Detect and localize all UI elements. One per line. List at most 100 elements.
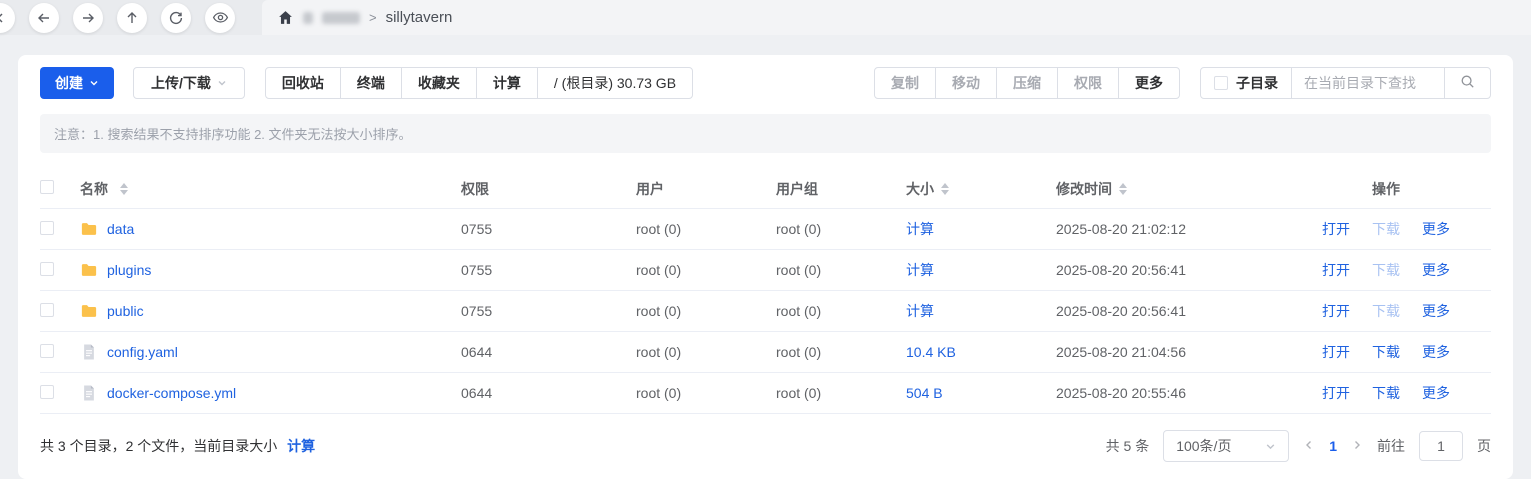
home-icon[interactable] — [277, 9, 294, 26]
calculate-button[interactable]: 计算 — [475, 68, 537, 98]
mtime-value: 2025-08-20 20:56:41 — [1056, 303, 1186, 319]
upload-download-button[interactable]: 上传/下载 — [133, 67, 245, 99]
arrow-left-icon — [36, 10, 52, 26]
favorites-button[interactable]: 收藏夹 — [400, 68, 476, 98]
file-size-link[interactable]: 504 B — [906, 385, 943, 401]
directory-summary: 共 3 个目录，2 个文件，当前目录大小 计算 — [40, 436, 315, 456]
sort-mtime-control[interactable] — [1119, 182, 1127, 195]
size-calculate-link[interactable]: 计算 — [906, 262, 934, 278]
collapse-button[interactable] — [0, 2, 15, 33]
compress-button[interactable]: 压缩 — [996, 68, 1057, 98]
table-row: config.yaml 0644 root (0) root (0) 10.4 … — [40, 332, 1491, 373]
copy-button[interactable]: 复制 — [875, 68, 935, 98]
size-calculate-link[interactable]: 计算 — [906, 221, 934, 237]
more-action[interactable]: 更多 — [1422, 219, 1450, 239]
notice-banner: 注意：1. 搜索结果不支持排序功能 2. 文件夹无法按大小排序。 — [40, 114, 1491, 153]
permission-value: 0755 — [461, 303, 493, 319]
up-directory-button[interactable] — [117, 2, 147, 33]
row-checkbox[interactable] — [40, 220, 54, 235]
preview-toggle-button[interactable] — [205, 2, 235, 33]
pagination: 共 5 条 100条/页 1 前往 页 — [1106, 430, 1491, 462]
file-icon — [80, 384, 98, 402]
terminal-button[interactable]: 终端 — [339, 68, 401, 98]
permission-button[interactable]: 权限 — [1057, 68, 1118, 98]
more-action[interactable]: 更多 — [1422, 260, 1450, 280]
mtime-value: 2025-08-20 21:02:12 — [1056, 221, 1186, 237]
chevron-down-icon — [217, 78, 227, 88]
next-page-button[interactable] — [1351, 438, 1363, 454]
select-all-checkbox[interactable] — [40, 180, 54, 194]
file-name-link[interactable]: data — [107, 221, 134, 237]
more-action[interactable]: 更多 — [1422, 301, 1450, 321]
file-size-link[interactable]: 10.4 KB — [906, 344, 956, 360]
prev-page-button[interactable] — [1303, 438, 1315, 454]
permission-value: 0755 — [461, 262, 493, 278]
subdirectory-checkbox[interactable] — [1214, 76, 1228, 90]
download-action[interactable]: 下载 — [1372, 342, 1400, 362]
row-checkbox[interactable] — [40, 302, 54, 317]
row-checkbox[interactable] — [40, 261, 54, 276]
more-action[interactable]: 更多 — [1422, 342, 1450, 362]
table-row: docker-compose.yml 0644 root (0) root (0… — [40, 373, 1491, 414]
open-action[interactable]: 打开 — [1322, 219, 1350, 239]
open-action[interactable]: 打开 — [1322, 383, 1350, 403]
folder-icon — [80, 302, 98, 320]
subdirectory-toggle[interactable]: 子目录 — [1201, 68, 1292, 98]
group-value: root (0) — [776, 303, 822, 319]
file-name-link[interactable]: plugins — [107, 262, 151, 278]
permission-value: 0644 — [461, 344, 493, 360]
breadcrumb-separator: > — [369, 10, 377, 25]
open-action[interactable]: 打开 — [1322, 260, 1350, 280]
file-name-link[interactable]: config.yaml — [107, 344, 178, 360]
chevron-left-icon — [0, 11, 7, 25]
group-value: root (0) — [776, 262, 822, 278]
recycle-bin-button[interactable]: 回收站 — [266, 68, 340, 98]
table-header: 名称 权限 用户 用户组 大小 修改时间 操作 — [40, 169, 1491, 209]
user-value: root (0) — [636, 385, 682, 401]
root-disk-info[interactable]: / (根目录) 30.73 GB — [536, 68, 692, 98]
forward-button[interactable] — [73, 2, 103, 33]
folder-icon — [80, 220, 98, 238]
permission-value: 0755 — [461, 221, 493, 237]
file-name-link[interactable]: docker-compose.yml — [107, 385, 236, 401]
search-button[interactable] — [1444, 68, 1490, 98]
more-button[interactable]: 更多 — [1118, 68, 1179, 98]
sort-size-control[interactable] — [941, 182, 949, 195]
page-number[interactable]: 1 — [1329, 438, 1337, 454]
row-checkbox[interactable] — [40, 343, 54, 358]
redacted-breadcrumb-segment[interactable] — [322, 11, 360, 24]
chevron-right-icon — [1351, 438, 1363, 454]
header-mtime: 修改时间 — [1056, 180, 1112, 197]
search-group: 子目录 — [1200, 67, 1491, 99]
create-button[interactable]: 创建 — [40, 67, 114, 99]
calculate-size-link[interactable]: 计算 — [287, 438, 315, 454]
search-input[interactable] — [1292, 68, 1444, 98]
more-action[interactable]: 更多 — [1422, 383, 1450, 403]
open-action[interactable]: 打开 — [1322, 342, 1350, 362]
chevron-left-icon — [1303, 438, 1315, 454]
open-action[interactable]: 打开 — [1322, 301, 1350, 321]
download-action[interactable]: 下载 — [1372, 383, 1400, 403]
refresh-button[interactable] — [161, 2, 191, 33]
move-button[interactable]: 移动 — [935, 68, 996, 98]
page-size-select[interactable]: 100条/页 — [1163, 430, 1290, 462]
table-row: data 0755 root (0) root (0) 计算 2025-08-2… — [40, 209, 1491, 250]
page-suffix-label: 页 — [1477, 438, 1491, 454]
header-size: 大小 — [906, 180, 934, 197]
goto-page-input[interactable] — [1419, 431, 1463, 461]
row-checkbox[interactable] — [40, 384, 54, 399]
file-table: 名称 权限 用户 用户组 大小 修改时间 操作 data 0755 root (… — [40, 169, 1491, 414]
header-user: 用户 — [636, 180, 664, 197]
size-calculate-link[interactable]: 计算 — [906, 303, 934, 319]
download-action[interactable]: 下载 — [1372, 219, 1400, 239]
download-action[interactable]: 下载 — [1372, 260, 1400, 280]
back-button[interactable] — [29, 2, 59, 33]
file-name-link[interactable]: public — [107, 303, 144, 319]
table-row: plugins 0755 root (0) root (0) 计算 2025-0… — [40, 250, 1491, 291]
download-action[interactable]: 下载 — [1372, 301, 1400, 321]
user-value: root (0) — [636, 221, 682, 237]
selection-actions-group: 复制 移动 压缩 权限 更多 — [874, 67, 1180, 99]
mtime-value: 2025-08-20 21:04:56 — [1056, 344, 1186, 360]
sort-name-control[interactable] — [120, 182, 128, 195]
chevron-down-icon — [1265, 441, 1276, 452]
